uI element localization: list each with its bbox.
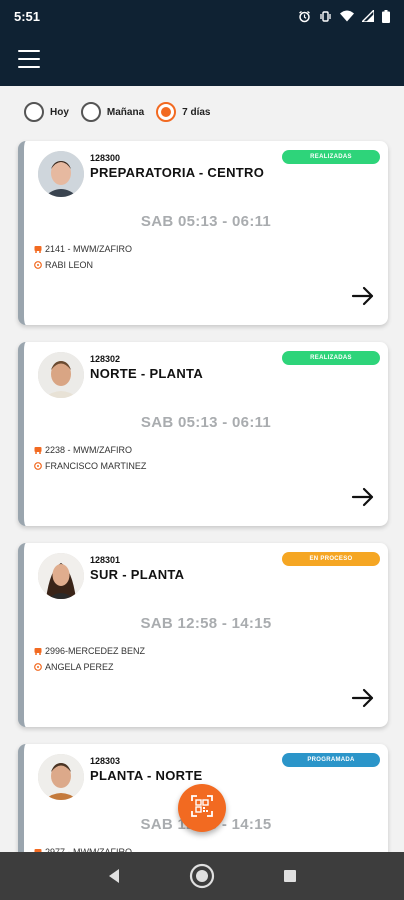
alarm-icon [298,10,311,23]
qr-code-icon [191,794,213,822]
arrow-right-icon[interactable] [350,486,376,508]
avatar [38,754,84,800]
filter-option-7-dias[interactable]: 7 días [156,102,211,122]
hamburger-menu-icon[interactable] [18,50,40,68]
steering-wheel-icon [34,462,42,470]
steering-wheel-icon [34,261,42,269]
app-bar [0,32,404,86]
radio-label-hoy: Hoy [50,106,69,118]
driver-line: ANGELA PEREZ [34,662,114,672]
driver-line: FRANCISCO MARTINEZ [34,461,146,471]
bus-icon [34,245,42,253]
status-badge: EN PROCESO [282,552,380,566]
radio-7-dias[interactable] [156,102,177,122]
trip-route: SUR - PLANTA [90,567,185,582]
radio-label-manana: Mañana [106,106,145,118]
status-time: 5:51 [14,8,41,24]
status-badge: REALIZADAS [282,351,380,365]
filter-option-manana[interactable]: Mañana [80,102,145,122]
wifi-icon [340,10,354,22]
vehicle-text: 2141 - MWM/ZAFIRO [45,244,133,254]
vehicle-text: 2238 - MWM/ZAFIRO [45,445,133,455]
trip-route: PREPARATORIA - CENTRO [90,165,265,180]
avatar [38,352,84,398]
radio-hoy[interactable] [24,102,44,122]
trip-id: 128300 [90,153,121,163]
recents-icon[interactable] [274,860,306,892]
trip-route: NORTE - PLANTA [90,366,204,381]
filter-option-hoy[interactable]: Hoy [24,102,69,122]
trip-id: 128302 [90,354,121,364]
status-badge: REALIZADAS [282,150,380,164]
avatar [38,151,84,197]
date-filter-group: Hoy Mañana 7 días [24,100,211,124]
status-badge: PROGRAMADA [282,753,380,767]
battery-icon [382,9,390,23]
status-bar: 5:51 [0,0,404,32]
arrow-right-icon[interactable] [350,285,376,307]
trip-time: SAB 12:58 - 14:15 [140,615,272,632]
trip-id: 128301 [90,555,121,565]
steering-wheel-icon [34,663,42,671]
system-nav-bar [0,852,404,900]
driver-text: RABI LEON [45,260,94,270]
arrow-right-icon[interactable] [350,687,376,709]
bus-icon [34,446,42,454]
trip-time: SAB 05:13 - 06:11 [140,414,272,431]
avatar [38,553,84,599]
trip-route: PLANTA - NORTE [90,768,203,783]
vehicle-line: 2141 - MWM/ZAFIRO [34,244,132,254]
vehicle-line: 2996-MERCEDEZ BENZ [34,646,145,656]
scan-qr-button[interactable] [178,784,226,832]
trip-id: 128303 [90,756,121,766]
trip-card[interactable]: 128302 NORTE - PLANTA REALIZADAS SAB 05:… [18,342,388,526]
trip-time: SAB 05:13 - 06:11 [140,213,272,230]
driver-line: RABI LEON [34,260,93,270]
status-icons [298,9,390,23]
vehicle-line: 2238 - MWM/ZAFIRO [34,445,132,455]
home-icon[interactable] [186,860,218,892]
vibrate-icon [319,10,332,23]
driver-text: FRANCISCO MARTINEZ [45,461,147,471]
trip-card[interactable]: 128300 PREPARATORIA - CENTRO REALIZADAS … [18,141,388,325]
vehicle-text: 2996-MERCEDEZ BENZ [45,646,146,656]
radio-manana[interactable] [80,102,101,122]
radio-label-7-dias: 7 días [182,106,211,118]
bus-icon [34,647,42,655]
back-icon[interactable] [98,860,130,892]
signal-icon [362,10,374,22]
trip-card[interactable]: 128301 SUR - PLANTA EN PROCESO SAB 12:58… [18,543,388,727]
driver-text: ANGELA PEREZ [45,662,114,672]
